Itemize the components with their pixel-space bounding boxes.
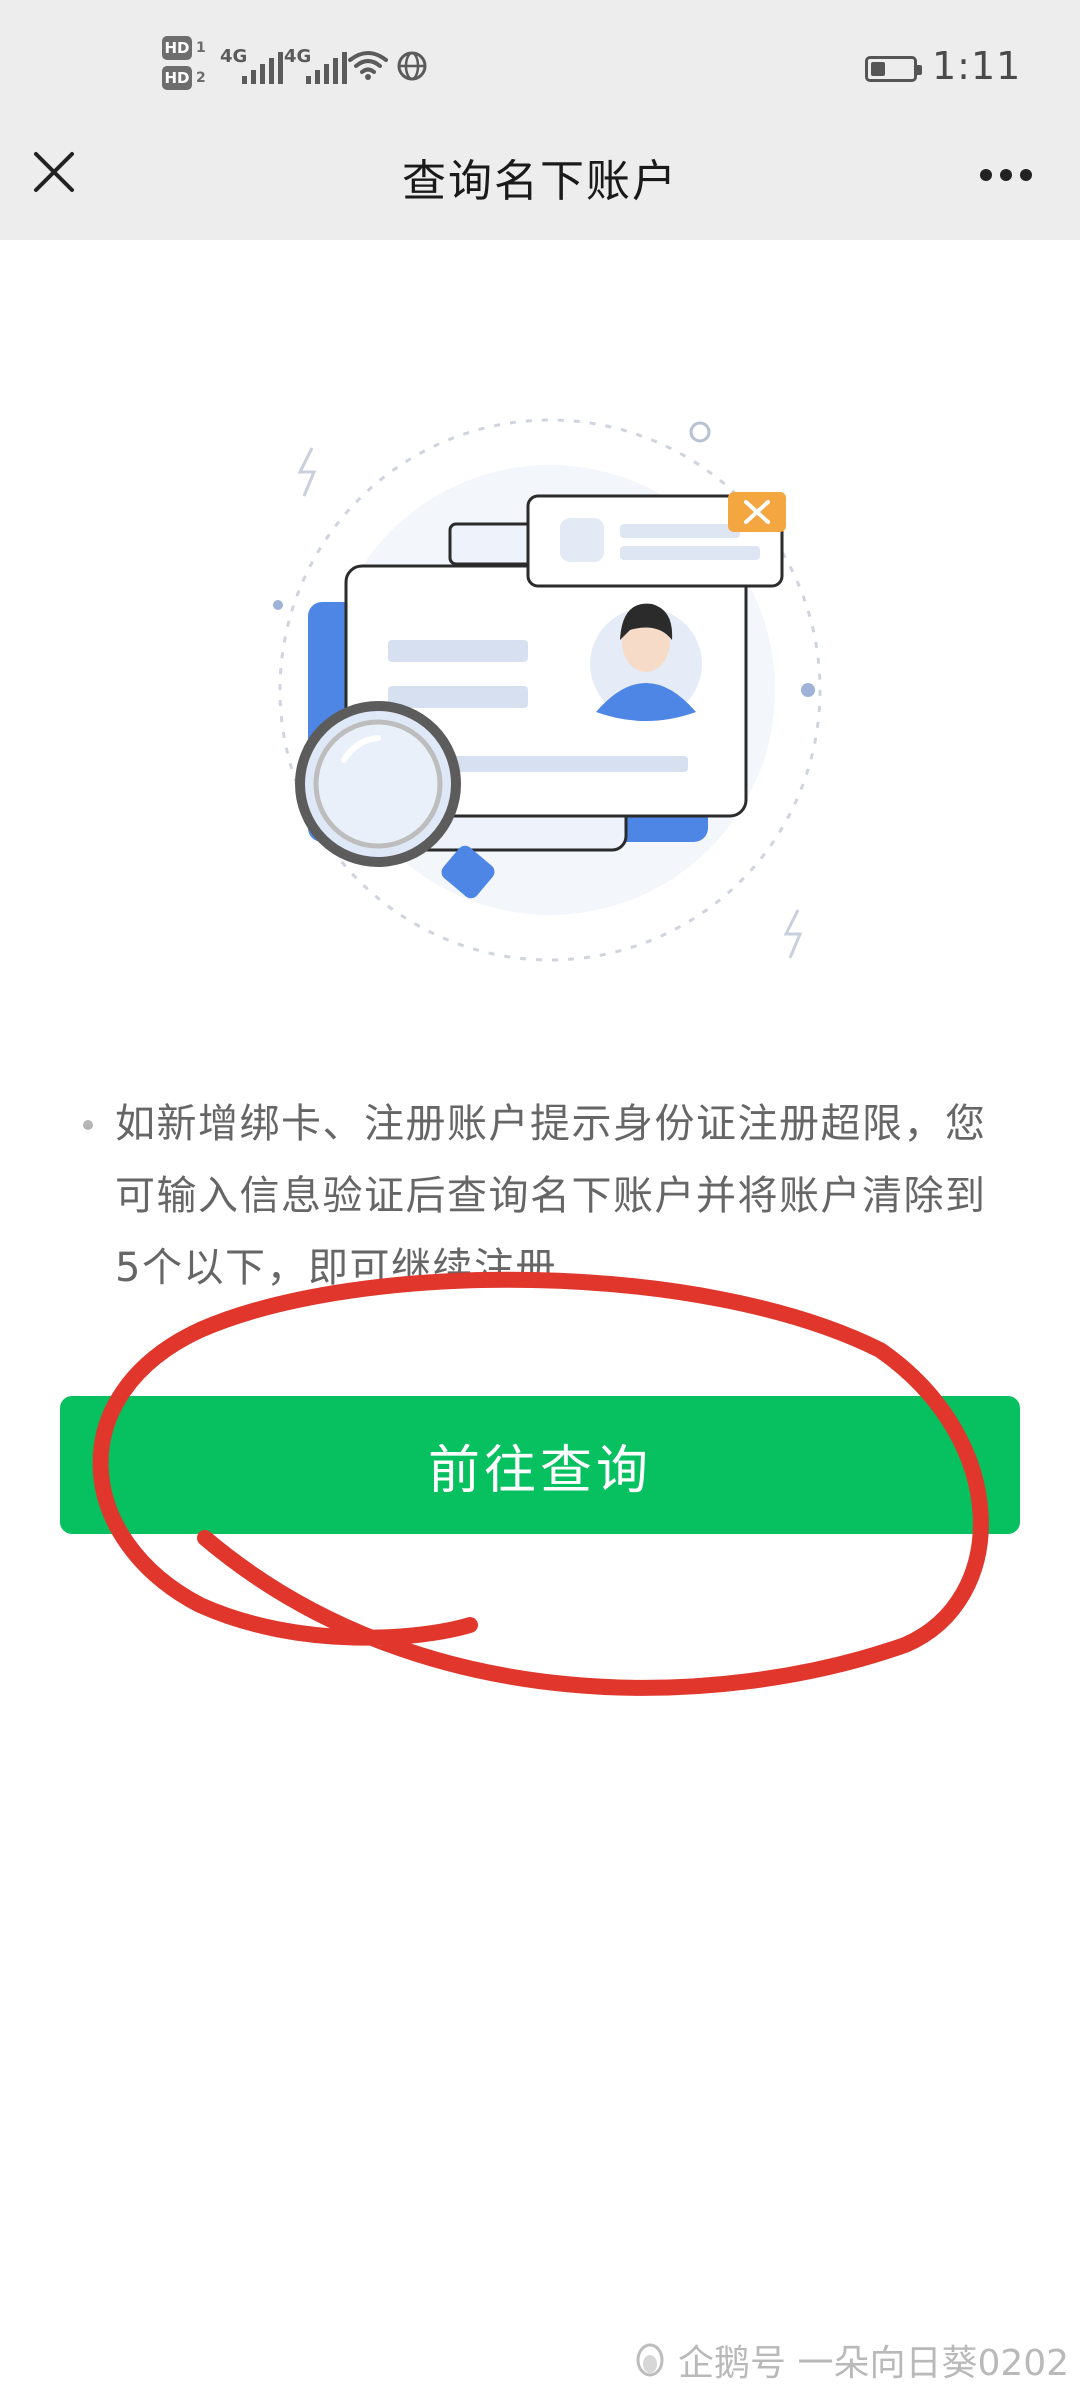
watermark: 企鹅号 一朵向日葵0202 [632,2332,1069,2388]
watermark-text: 企鹅号 一朵向日葵0202 [678,2343,1070,2384]
hd-badge-1: HD 1 [162,36,206,60]
globe-icon [397,51,427,81]
more-icon[interactable] [978,162,1034,188]
wifi-icon [348,51,388,80]
status-bar: HD 1 HD 2 4G 4G 1:11 [0,0,1080,130]
tip-text-block: 如新增绑卡、注册账户提示身份证注册超限，您可输入信息验证后查询名下账户并将账户清… [78,1088,1008,1304]
cellular-signal-2-icon: 4G [284,46,347,86]
status-time: 1:11 [932,44,1022,88]
account-search-illustration [273,418,822,962]
page-title: 查询名下账户 [402,156,678,207]
battery-icon [865,56,922,82]
go-query-button[interactable]: 前往查询 [60,1396,1020,1534]
bullet-dot [83,1120,93,1130]
tip-text: 如新增绑卡、注册账户提示身份证注册超限，您可输入信息验证后查询名下账户并将账户清… [115,1101,987,1291]
hd-indicators: HD 1 HD 2 [162,36,210,100]
top-bar: HD 1 HD 2 4G 4G 1:11 查询名下账户 [0,0,1080,240]
penguin-logo-icon [636,2343,664,2377]
hd-badge-2: HD 2 [162,66,206,90]
cellular-signal-1-icon: 4G [220,46,283,86]
